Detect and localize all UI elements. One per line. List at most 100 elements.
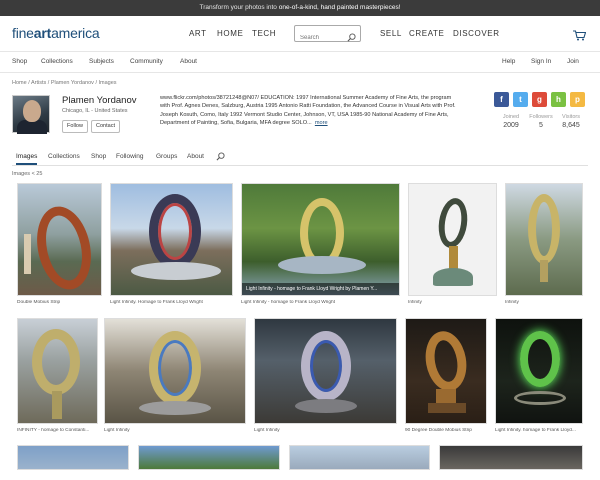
artwork-caption[interactable]: Light Infinity. homage to Frank Lloyd...	[495, 428, 576, 433]
follow-button[interactable]: Follow	[62, 120, 88, 133]
houzz-icon[interactable]: h	[551, 92, 566, 107]
artwork-image[interactable]	[408, 183, 497, 296]
twitter-icon[interactable]: t	[513, 92, 528, 107]
gallery-item[interactable]	[439, 445, 583, 470]
contact-button[interactable]: Contact	[91, 120, 120, 133]
gallery-item[interactable]: 90 Degree Double Mobius Strip	[405, 318, 487, 433]
search-input[interactable]	[295, 30, 345, 46]
artwork-image[interactable]	[289, 445, 430, 470]
artist-name[interactable]: Plamen Yordanov	[62, 95, 136, 106]
nav-tech[interactable]: TECH	[252, 29, 276, 38]
promo-banner[interactable]: Transform your photos into one-of-a-kind…	[0, 0, 600, 16]
artist-location: Chicago, IL - United States	[62, 108, 128, 114]
nav-home[interactable]: HOME	[217, 29, 243, 38]
subnav-about[interactable]: About	[180, 58, 197, 65]
artwork-caption[interactable]: Infinity	[505, 300, 519, 305]
tab-groups[interactable]: Groups	[156, 153, 177, 160]
artwork-caption[interactable]: Infinity	[408, 300, 422, 305]
nav-create[interactable]: CREATE	[409, 29, 444, 38]
logo-part-america: america	[51, 25, 100, 41]
stat-joined: Joined 2009	[496, 114, 526, 129]
artwork-caption[interactable]: 90 Degree Double Mobius Strip	[405, 428, 472, 433]
artwork-image[interactable]	[495, 318, 583, 424]
subnav-sign-in[interactable]: Sign In	[531, 58, 551, 65]
stat-followers-value: 5	[539, 122, 543, 129]
artwork-image[interactable]	[439, 445, 583, 470]
subnav-community[interactable]: Community	[130, 58, 163, 65]
top-navigation: fineartamerica ART HOME TECH SELL CREATE…	[0, 16, 600, 52]
promo-highlight: one-of-a-kind, hand painted masterpieces…	[278, 4, 401, 11]
gallery-item[interactable]: Light Infinity	[104, 318, 246, 433]
promo-text: Transform your photos into	[199, 4, 279, 11]
stat-visitors-label: Visitors	[562, 114, 580, 120]
artwork-caption[interactable]: Light Infinity	[104, 428, 130, 433]
subnav-help[interactable]: Help	[502, 58, 515, 65]
gallery-item[interactable]: Light Infinity	[254, 318, 397, 433]
artwork-caption[interactable]: Light Infinity. Homage to Frank Lloyd Wr…	[110, 300, 203, 305]
gallery-item[interactable]	[289, 445, 430, 470]
stat-followers-label: Followers	[529, 114, 553, 120]
artwork-image[interactable]	[254, 318, 397, 424]
artwork-image[interactable]	[104, 318, 246, 424]
site-logo[interactable]: fineartamerica	[12, 25, 100, 41]
stat-joined-value: 2009	[503, 122, 519, 129]
gallery-item[interactable]: Infinity	[505, 183, 583, 305]
subnav-shop[interactable]: Shop	[12, 58, 27, 65]
stat-followers: Followers 5	[526, 114, 556, 129]
gallery-item[interactable]: Infinity	[408, 183, 497, 305]
stat-joined-label: Joined	[502, 114, 520, 120]
subnav-subjects[interactable]: Subjects	[89, 58, 114, 65]
nav-sell[interactable]: SELL	[380, 29, 402, 38]
gallery-item[interactable]: Light Infinity - homage to Frank Lloyd W…	[241, 183, 400, 305]
pinterest-icon[interactable]: p	[570, 92, 585, 107]
artwork-caption[interactable]: Light Infinity	[254, 428, 280, 433]
bio-text: www.flickr.com/photos/38721248@N07/ EDUC…	[160, 95, 456, 127]
facebook-icon[interactable]: f	[494, 92, 509, 107]
more-link[interactable]: more	[315, 120, 328, 126]
search-icon[interactable]	[216, 152, 225, 163]
breadcrumb[interactable]: Home / Artists / Plamen Yordanov / Image…	[0, 73, 600, 89]
gallery-item[interactable]: Light Infinity. Homage to Frank Lloyd Wr…	[110, 183, 233, 305]
artwork-image[interactable]	[17, 318, 98, 424]
artwork-caption[interactable]: Double Mobius Strip	[17, 300, 60, 305]
image-count: Images < 25	[12, 171, 43, 177]
artwork-caption[interactable]: Light Infinity - homage to Frank Lloyd W…	[241, 300, 335, 305]
gallery-item[interactable]: Double Mobius Strip	[17, 183, 102, 305]
tab-about[interactable]: About	[187, 153, 204, 160]
gallery-item[interactable]: INFINITY - homage to Constanti...	[17, 318, 98, 433]
artist-profile: Plamen Yordanov Chicago, IL - United Sta…	[0, 89, 600, 149]
artwork-image[interactable]	[110, 183, 233, 296]
secondary-navigation: Shop Collections Subjects Community Abou…	[0, 52, 600, 72]
profile-tabs: Images Collections Shop Following Groups…	[12, 149, 588, 166]
artwork-image[interactable]	[17, 445, 129, 470]
gallery-item[interactable]	[138, 445, 280, 470]
subnav-collections[interactable]: Collections	[41, 58, 73, 65]
stat-visitors: Visitors 8,645	[556, 114, 586, 129]
artwork-hover-overlay: Light Infinity - homage to Frank Lloyd W…	[242, 283, 399, 295]
avatar[interactable]	[12, 95, 50, 134]
search-icon[interactable]	[347, 29, 356, 47]
artwork-image[interactable]	[505, 183, 583, 296]
tab-following[interactable]: Following	[116, 153, 143, 160]
nav-art[interactable]: ART	[189, 29, 207, 38]
gallery-item[interactable]	[17, 445, 129, 470]
subnav-join[interactable]: Join	[567, 58, 579, 65]
artist-bio: www.flickr.com/photos/38721248@N07/ EDUC…	[160, 94, 462, 128]
artwork-image[interactable]	[17, 183, 102, 296]
tab-shop[interactable]: Shop	[91, 153, 106, 160]
logo-part-fine: fine	[12, 25, 34, 41]
cart-icon[interactable]	[573, 28, 587, 46]
gallery-item[interactable]: Light Infinity. homage to Frank Lloyd...	[495, 318, 583, 433]
artwork-image[interactable]	[138, 445, 280, 470]
artwork-image[interactable]	[405, 318, 487, 424]
logo-part-art: art	[33, 25, 52, 41]
artwork-caption[interactable]: INFINITY - homage to Constanti...	[17, 428, 89, 433]
nav-discover[interactable]: DISCOVER	[453, 29, 500, 38]
tab-collections[interactable]: Collections	[48, 153, 80, 160]
search-box	[294, 25, 361, 46]
image-gallery: Double Mobius Strip Light Infinity. Homa…	[0, 180, 600, 470]
stat-visitors-value: 8,645	[562, 122, 580, 129]
google-plus-icon[interactable]: g	[532, 92, 547, 107]
tab-images[interactable]: Images	[16, 153, 38, 165]
artwork-image[interactable]: Light Infinity - homage to Frank Lloyd W…	[241, 183, 400, 296]
